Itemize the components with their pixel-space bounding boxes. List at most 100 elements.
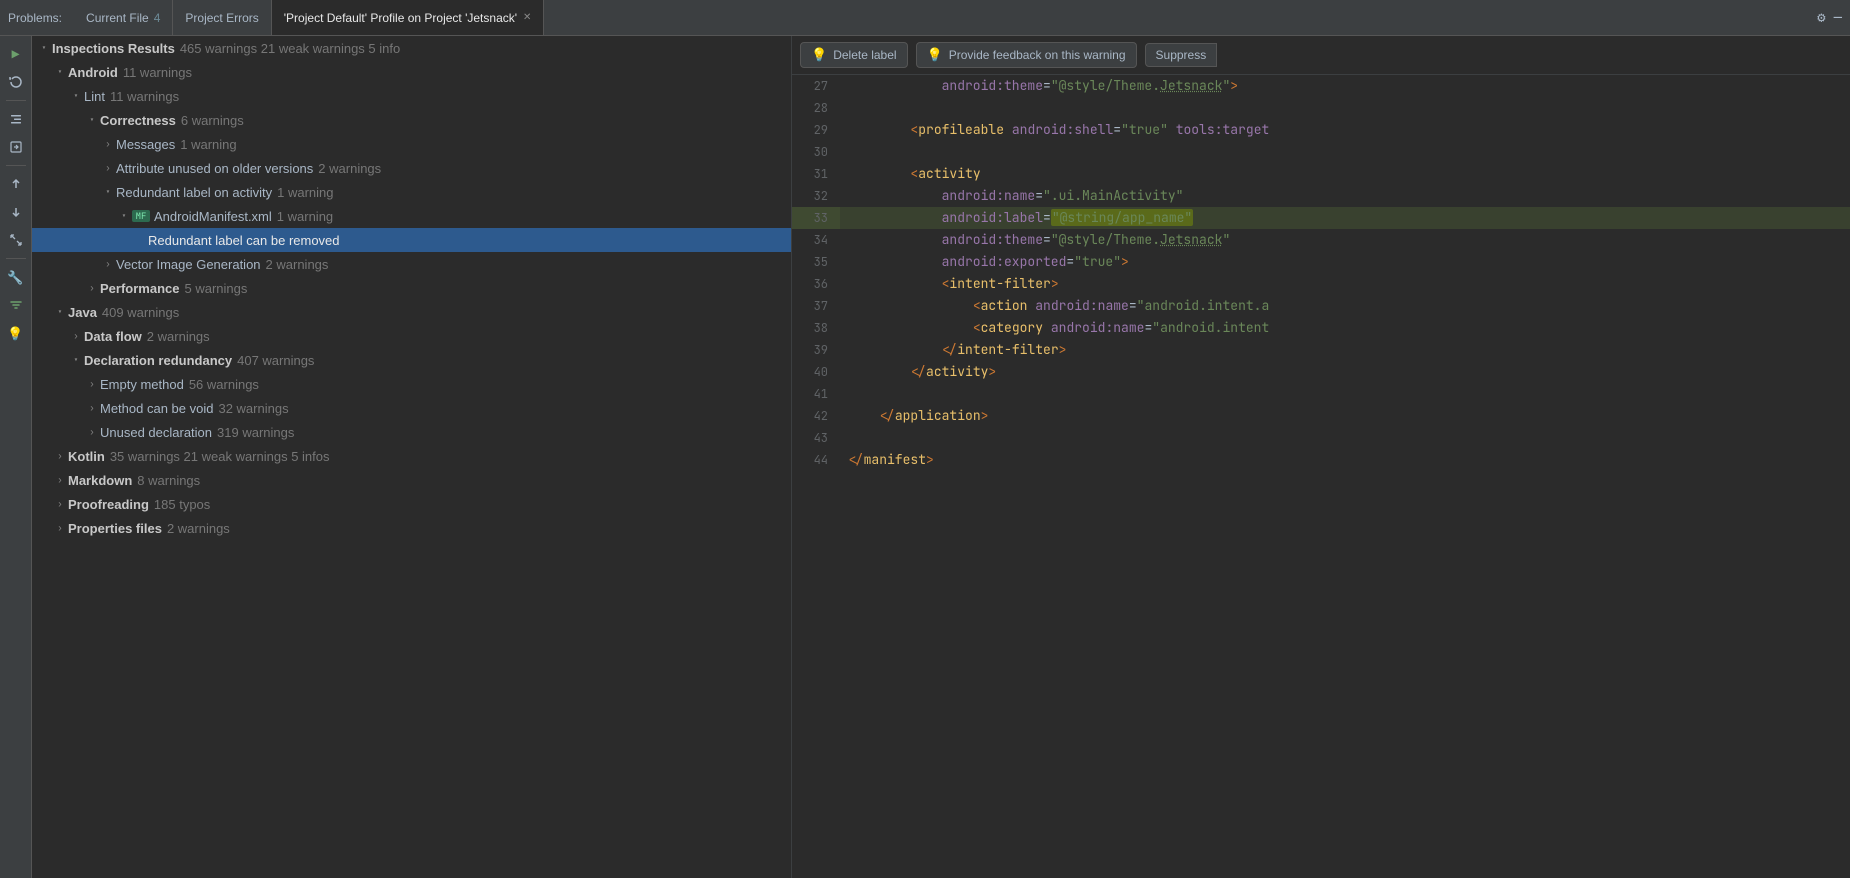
tree-item-proofreading[interactable]: › Proofreading 185 typos bbox=[32, 492, 791, 516]
line-content-39: </intent-filter> bbox=[840, 339, 1066, 361]
tree-item-properties[interactable]: › Properties files 2 warnings bbox=[32, 516, 791, 540]
indent-icon[interactable] bbox=[4, 107, 28, 131]
tab-project-default[interactable]: 'Project Default' Profile on Project 'Je… bbox=[272, 0, 545, 35]
tree-vector-arrow: › bbox=[100, 258, 116, 270]
tree-unused-decl-label: Unused declaration bbox=[100, 425, 212, 440]
run-icon[interactable]: ▶ bbox=[4, 42, 28, 66]
line-num-33: 33 bbox=[792, 207, 840, 229]
line-content-42: </application> bbox=[840, 405, 988, 427]
suppress-button[interactable]: Suppress bbox=[1145, 43, 1218, 67]
code-line-44: 44 </manifest> bbox=[792, 449, 1850, 471]
bulb-icon[interactable]: 💡 bbox=[4, 321, 28, 345]
tree-perf-label: Performance bbox=[100, 281, 179, 296]
rerun-icon[interactable] bbox=[4, 70, 28, 94]
code-editor[interactable]: 27 android:theme="@style/Theme.Jetsnack"… bbox=[792, 75, 1850, 878]
line-content-30 bbox=[840, 141, 848, 163]
line-content-35: android:exported="true"> bbox=[840, 251, 1129, 273]
tree-unused-decl-arrow: › bbox=[84, 426, 100, 438]
code-line-29: 29 <profileable android:shell="true" too… bbox=[792, 119, 1850, 141]
tree-item-messages[interactable]: › Messages 1 warning bbox=[32, 132, 791, 156]
line-content-40: </activity> bbox=[840, 361, 996, 383]
tree-android-arrow: ▾ bbox=[52, 66, 68, 78]
tree-kotlin-count: 35 warnings 21 weak warnings 5 infos bbox=[110, 449, 330, 464]
tree-markdown-count: 8 warnings bbox=[137, 473, 200, 488]
line-num-36: 36 bbox=[792, 273, 840, 295]
tree-item-redundant-item[interactable]: Redundant label can be removed bbox=[32, 228, 791, 252]
line-num-43: 43 bbox=[792, 427, 840, 449]
tree-manifest-count: 1 warning bbox=[277, 209, 333, 224]
tree-redundant-arrow: ▾ bbox=[100, 186, 116, 198]
code-line-31: 31 <activity bbox=[792, 163, 1850, 185]
action-bar: 💡 Delete label 💡 Provide feedback on thi… bbox=[792, 36, 1850, 75]
export-icon[interactable] bbox=[4, 135, 28, 159]
line-num-29: 29 bbox=[792, 119, 840, 141]
tree-attribute-count: 2 warnings bbox=[318, 161, 381, 176]
delete-label-button[interactable]: 💡 Delete label bbox=[800, 42, 908, 68]
tree-vector-count: 2 warnings bbox=[266, 257, 329, 272]
tree-item-androidmanifest[interactable]: ▾ MF AndroidManifest.xml 1 warning bbox=[32, 204, 791, 228]
tree-item-correctness[interactable]: ▾ Correctness 6 warnings bbox=[32, 108, 791, 132]
tree-method-void-arrow: › bbox=[84, 402, 100, 414]
line-num-31: 31 bbox=[792, 163, 840, 185]
tree-attribute-arrow: › bbox=[100, 162, 116, 174]
line-content-44: </manifest> bbox=[840, 449, 934, 471]
attr-theme: android:theme bbox=[942, 77, 1043, 94]
sort-asc-icon[interactable] bbox=[4, 172, 28, 196]
tree-manifest-label: AndroidManifest.xml bbox=[154, 209, 272, 224]
tree-correctness-label: Correctness bbox=[100, 113, 176, 128]
value-theme: "@style/Theme.Jetsnack" bbox=[1051, 77, 1230, 94]
tree-item-markdown[interactable]: › Markdown 8 warnings bbox=[32, 468, 791, 492]
tab-actions: ⚙ — bbox=[1817, 9, 1842, 27]
delete-label-text: Delete label bbox=[833, 48, 896, 62]
tree-empty-method-label: Empty method bbox=[100, 377, 184, 392]
filter-icon[interactable] bbox=[4, 293, 28, 317]
tree-item-dataflow[interactable]: › Data flow 2 warnings bbox=[32, 324, 791, 348]
tree-root-arrow: ▾ bbox=[36, 42, 52, 54]
settings-gear-icon[interactable]: ⚙ bbox=[1817, 9, 1825, 27]
tree-dataflow-arrow: › bbox=[68, 330, 84, 342]
tab-current-file[interactable]: Current File 4 bbox=[74, 0, 173, 35]
tree-root[interactable]: ▾ Inspections Results 465 warnings 21 we… bbox=[32, 36, 791, 60]
suppress-text: Suppress bbox=[1156, 48, 1207, 62]
tree-item-method-void[interactable]: › Method can be void 32 warnings bbox=[32, 396, 791, 420]
code-line-30: 30 bbox=[792, 141, 1850, 163]
tree-correctness-count: 6 warnings bbox=[181, 113, 244, 128]
tree-item-empty-method[interactable]: › Empty method 56 warnings bbox=[32, 372, 791, 396]
line-num-41: 41 bbox=[792, 383, 840, 405]
tree-attribute-label: Attribute unused on older versions bbox=[116, 161, 313, 176]
feedback-button[interactable]: 💡 Provide feedback on this warning bbox=[916, 42, 1137, 68]
tree-method-void-label: Method can be void bbox=[100, 401, 213, 416]
tab-close-icon[interactable]: ✕ bbox=[523, 12, 531, 23]
code-line-33: 33 android:label="@string/app_name" bbox=[792, 207, 1850, 229]
tree-item-attribute-unused[interactable]: › Attribute unused on older versions 2 w… bbox=[32, 156, 791, 180]
line-content-41 bbox=[840, 383, 848, 405]
tree-item-java[interactable]: ▾ Java 409 warnings bbox=[32, 300, 791, 324]
tree-item-performance[interactable]: › Performance 5 warnings bbox=[32, 276, 791, 300]
line-content-43 bbox=[840, 427, 848, 449]
tree-item-redundant-label[interactable]: ▾ Redundant label on activity 1 warning bbox=[32, 180, 791, 204]
code-line-35: 35 android:exported="true"> bbox=[792, 251, 1850, 273]
tab-current-file-count: 4 bbox=[154, 11, 161, 25]
tree-lint-count: 11 warnings bbox=[110, 89, 179, 104]
tree-android-count: 11 warnings bbox=[123, 65, 192, 80]
problems-label: Problems: bbox=[8, 11, 62, 25]
tree-item-android[interactable]: ▾ Android 11 warnings bbox=[32, 60, 791, 84]
tree-root-label: Inspections Results bbox=[52, 41, 175, 56]
line-num-42: 42 bbox=[792, 405, 840, 427]
tree-declredundancy-label: Declaration redundancy bbox=[84, 353, 232, 368]
tree-item-lint[interactable]: ▾ Lint 11 warnings bbox=[32, 84, 791, 108]
sort-desc-icon[interactable] bbox=[4, 200, 28, 224]
tab-project-errors[interactable]: Project Errors bbox=[173, 0, 271, 35]
tree-properties-count: 2 warnings bbox=[167, 521, 230, 536]
tree-panel[interactable]: ▾ Inspections Results 465 warnings 21 we… bbox=[32, 36, 792, 878]
tree-item-unused-decl[interactable]: › Unused declaration 319 warnings bbox=[32, 420, 791, 444]
tree-java-count: 409 warnings bbox=[102, 305, 179, 320]
tree-item-kotlin[interactable]: › Kotlin 35 warnings 21 weak warnings 5 … bbox=[32, 444, 791, 468]
minimize-icon[interactable]: — bbox=[1834, 9, 1842, 27]
tree-item-vector[interactable]: › Vector Image Generation 2 warnings bbox=[32, 252, 791, 276]
main-content: ▶ bbox=[0, 36, 1850, 878]
expand-icon[interactable] bbox=[4, 228, 28, 252]
line-num-35: 35 bbox=[792, 251, 840, 273]
wrench-icon[interactable]: 🔧 bbox=[4, 265, 28, 289]
tree-item-decl-redundancy[interactable]: ▾ Declaration redundancy 407 warnings bbox=[32, 348, 791, 372]
